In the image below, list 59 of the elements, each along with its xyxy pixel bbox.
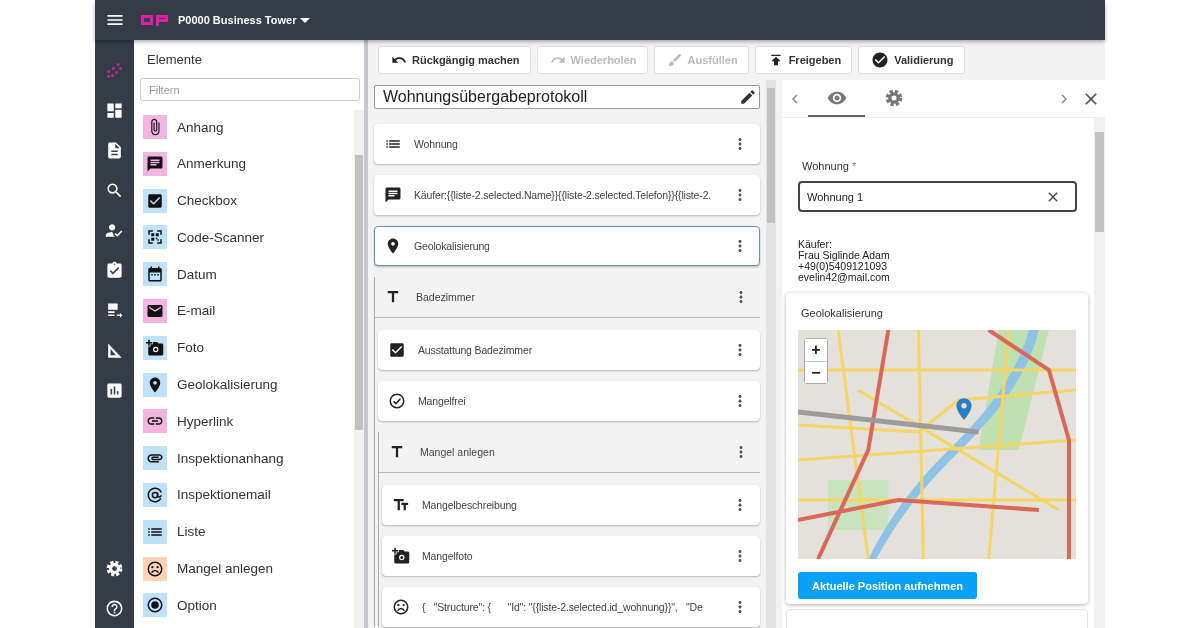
pencil-icon: [739, 88, 757, 106]
element-item[interactable]: Inspektionemail: [143, 482, 354, 507]
element-item[interactable]: Checkbox: [143, 188, 354, 213]
scrollbar[interactable]: [1094, 118, 1105, 628]
field-card[interactable]: Mangelbeschreibung: [382, 485, 760, 525]
search-icon[interactable]: [105, 180, 124, 200]
camera-icon: [392, 547, 410, 565]
sad-face-icon: [392, 598, 410, 616]
dots-icon[interactable]: [105, 60, 124, 80]
element-item[interactable]: Liste: [143, 519, 354, 544]
element-item[interactable]: Inspektionanhang: [143, 446, 354, 471]
clipboard-check-icon[interactable]: [105, 260, 124, 280]
element-item[interactable]: Anmerkung: [143, 151, 354, 176]
element-item[interactable]: Mangel anlegen: [143, 556, 354, 581]
chevron-right-icon[interactable]: [1059, 91, 1069, 106]
bar-chart-icon[interactable]: [105, 380, 124, 400]
filter-field[interactable]: Filtern: [140, 78, 360, 101]
scrollbar[interactable]: [354, 110, 364, 628]
project-dropdown[interactable]: P0000 Business Tower: [178, 14, 311, 26]
comment-icon: [384, 186, 402, 204]
caret-icon: [300, 17, 311, 23]
chevron-left-icon[interactable]: [790, 91, 800, 106]
field-card[interactable]: Mangelfoto: [382, 536, 760, 576]
field-card[interactable]: { "Structure": { "Id": "{{liste-2.selected.id_wohnung}}", "De: [382, 587, 760, 627]
element-item[interactable]: Anhang: [143, 115, 354, 139]
settings-icon: [883, 87, 904, 108]
required-mark: *: [851, 160, 857, 172]
field-label: Wohnung: [802, 160, 849, 172]
element-item[interactable]: Option: [143, 593, 354, 618]
field-card[interactable]: Käufer:{{liste-2.selected.Name}}{{liste-2.selected.Telefon}}{{liste-2.: [374, 175, 760, 215]
toolbar-button[interactable]: Freigeben: [754, 46, 853, 74]
card-title: Geolokalisierung: [801, 307, 884, 319]
select-field[interactable]: Wohnung 1: [798, 181, 1077, 212]
element-item[interactable]: Code-Scanner: [143, 225, 354, 250]
element-item[interactable]: Datum: [143, 262, 354, 287]
check-circle-icon: [388, 392, 406, 410]
settings-icon[interactable]: [105, 558, 124, 578]
field-card[interactable]: Mangelfrei: [378, 381, 760, 421]
help-icon[interactable]: [105, 598, 124, 618]
element-item[interactable]: Hyperlink: [143, 409, 354, 434]
field-card[interactable]: Wohnung: [374, 124, 760, 164]
list-export-icon[interactable]: [105, 300, 124, 320]
element-item[interactable]: Foto: [143, 335, 354, 360]
element-item[interactable]: E-mail: [143, 299, 354, 323]
form-title-field[interactable]: Wohnungsübergabeprotokoll: [374, 85, 760, 109]
element-item[interactable]: Geolokalisierung: [143, 372, 354, 397]
toolbar-button[interactable]: Validierung: [858, 46, 965, 74]
field-card[interactable]: Ausstattung Badezimmer: [378, 330, 760, 370]
scrollbar[interactable]: [766, 80, 776, 628]
panel-title: Elemente: [146, 51, 203, 69]
zoom-out-button[interactable]: −: [805, 361, 827, 383]
buyer-info-text: Käufer: Frau Siglinde Adam +49(0)5409121093 evelin42@mail.com: [798, 239, 891, 283]
brush-icon: [666, 52, 683, 68]
dashboard-icon[interactable]: [105, 100, 124, 120]
logo-icon: [140, 12, 170, 28]
document-icon[interactable]: [105, 140, 124, 160]
checkbox-icon: [388, 341, 406, 359]
toolbar-button[interactable]: Rückgängig machen: [378, 46, 531, 74]
field-card[interactable]: Geolokalisierung: [374, 226, 760, 266]
